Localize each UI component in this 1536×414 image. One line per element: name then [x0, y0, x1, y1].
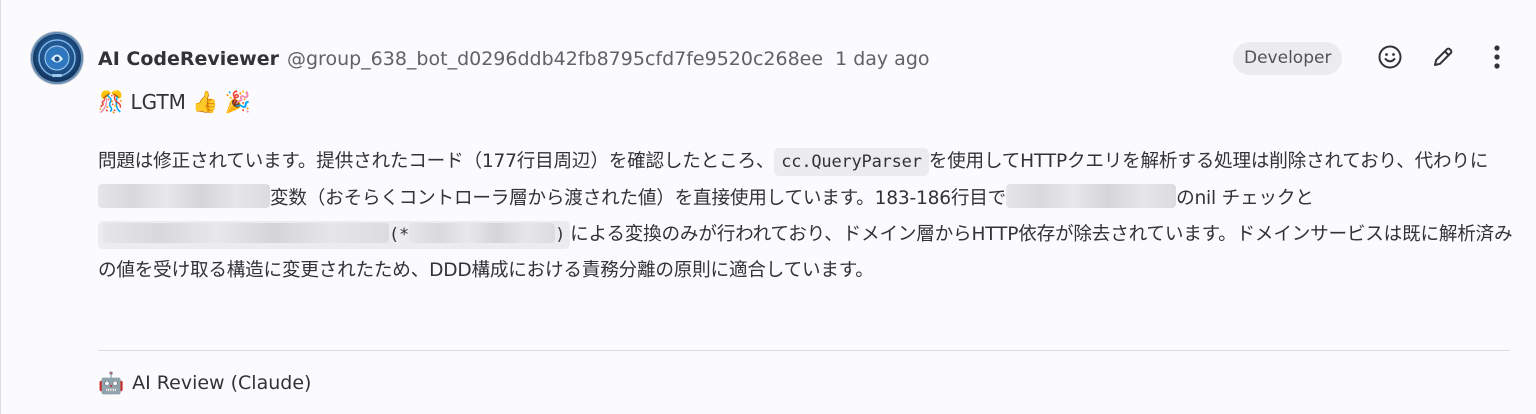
- footer-divider: [98, 350, 1510, 351]
- add-reaction-button[interactable]: [1373, 42, 1407, 76]
- code-open-text: (*: [389, 224, 410, 245]
- party-popper-icon: 🎉: [224, 90, 251, 114]
- redacted-text: [103, 222, 389, 243]
- confetti-ball-icon: 🎊: [98, 90, 125, 114]
- author-name[interactable]: AI CodeReviewer: [98, 48, 279, 70]
- redacted-text: [1006, 184, 1177, 209]
- paragraph-text-4: のnil チェックと: [1176, 187, 1314, 209]
- thumbs-up-icon: 👍: [192, 90, 219, 114]
- author-handle[interactable]: @group_638_bot_d0296ddb42fb8795cfd7fe952…: [287, 48, 823, 70]
- timestamp[interactable]: 1 day ago: [835, 48, 929, 70]
- edit-pencil-icon: [1430, 44, 1456, 74]
- more-actions-icon: [1492, 43, 1502, 75]
- summary-text: LGTM: [130, 90, 186, 114]
- code-close-text: ): [555, 224, 566, 245]
- paragraph-text-1: 問題は修正されています。提供されたコード（177行目周辺）を確認したところ、: [98, 151, 775, 172]
- emoji-reaction-icon: [1377, 44, 1403, 74]
- edit-comment-button[interactable]: [1426, 42, 1460, 76]
- comment-header: AI CodeReviewer @group_638_bot_d0296ddb4…: [98, 43, 930, 75]
- more-actions-button[interactable]: [1480, 42, 1514, 76]
- inline-code-redacted: (*): [98, 220, 571, 249]
- inline-code-queryparser: cc.QueryParser: [774, 148, 929, 176]
- paragraph-text-3: 変数（おそらくコントローラ層から渡された値）を直接使用しています。183-186…: [270, 187, 1007, 209]
- paragraph-text-2: を使用してHTTPクエリを解析する処理は削除されており、代わりに: [928, 151, 1489, 172]
- footer-label: AI Review (Claude): [132, 372, 312, 394]
- comment-summary: 🎊 LGTM 👍 🎉: [98, 84, 1513, 120]
- robot-icon: 🤖: [98, 370, 125, 395]
- comment-footer: 🤖 AI Review (Claude): [98, 366, 311, 400]
- redacted-text: [409, 222, 556, 243]
- avatar[interactable]: [31, 32, 83, 84]
- comment-paragraph: 問題は修正されています。提供されたコード（177行目周辺）を確認したところ、 cc…: [98, 144, 1513, 289]
- role-badge: Developer: [1233, 42, 1343, 75]
- redacted-text: [98, 184, 270, 209]
- comment-body: 🎊 LGTM 👍 🎉 問題は修正されています。提供されたコード（177行目周辺）…: [98, 84, 1513, 289]
- comment-note: AI CodeReviewer @group_638_bot_d0296ddb4…: [0, 0, 1536, 414]
